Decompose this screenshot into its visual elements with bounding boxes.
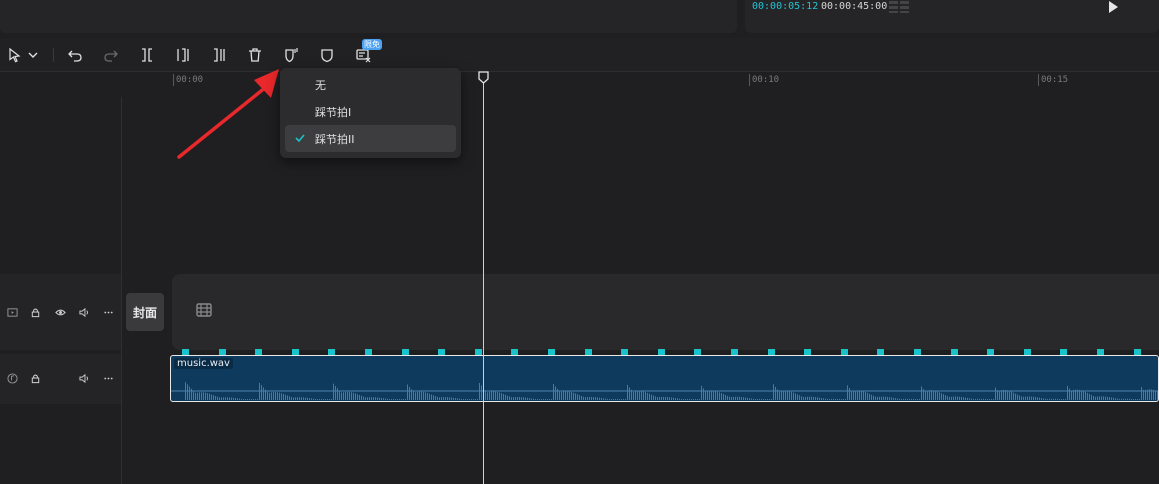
menu-item-label: 踩节拍II [315,132,355,146]
volume-icon[interactable] [78,372,90,384]
cursor-icon[interactable] [6,46,24,64]
lock-icon[interactable] [29,372,41,384]
cover-button[interactable]: 封面 [126,293,164,331]
ruler-label: 00:15 [1041,75,1069,85]
ruler-label: 00:10 [752,75,780,85]
menu-item-beat-1[interactable]: 踩节拍I [285,98,456,125]
more-icon[interactable] [102,306,114,318]
lock-icon[interactable] [29,306,41,318]
playhead-handle[interactable] [478,71,489,84]
track-header-divider [121,97,122,484]
split-icon[interactable] [138,46,156,64]
grid-icon[interactable] [889,1,909,13]
check-icon [295,134,305,143]
preview-panel: 00:00:05:12 00:00:45:00 [745,0,1159,33]
menu-item-beat-2[interactable]: 踩节拍II [285,125,456,152]
shield-icon[interactable] [318,46,336,64]
current-timecode: 00:00:05:12 [752,1,819,12]
audio-waveform [171,382,1158,400]
audio-track-header [0,354,121,404]
music-track-icon [6,372,18,384]
toolbar-divider [53,48,54,62]
track-type-icon [6,306,18,318]
top-left-panel [0,0,737,33]
video-track-header [0,274,121,350]
menu-item-label: 踩节拍I [315,105,352,119]
menu-item-label: 无 [315,78,326,92]
film-icon [196,303,212,317]
ruler-tick [749,74,750,86]
eye-icon[interactable] [54,306,66,318]
free-badge: 限免 [362,39,382,50]
audio-clip[interactable]: music.wav [170,355,1159,402]
menu-item-none[interactable]: 无 [285,71,456,98]
ruler-tick [1038,74,1039,86]
playhead-line[interactable] [483,80,484,484]
audio-clip-name: music.wav [174,358,233,369]
beat-mode-menu: 无 踩节拍I 踩节拍II [280,68,461,158]
annotation-arrow [177,69,279,159]
volume-icon[interactable] [78,306,90,318]
video-track[interactable] [172,274,1159,350]
play-icon[interactable] [1107,1,1119,13]
undo-icon[interactable] [66,46,84,64]
total-timecode: 00:00:45:00 [821,1,888,12]
more-icon[interactable] [102,372,114,384]
redo-icon[interactable] [102,46,120,64]
chevron-down-icon[interactable] [27,46,39,64]
